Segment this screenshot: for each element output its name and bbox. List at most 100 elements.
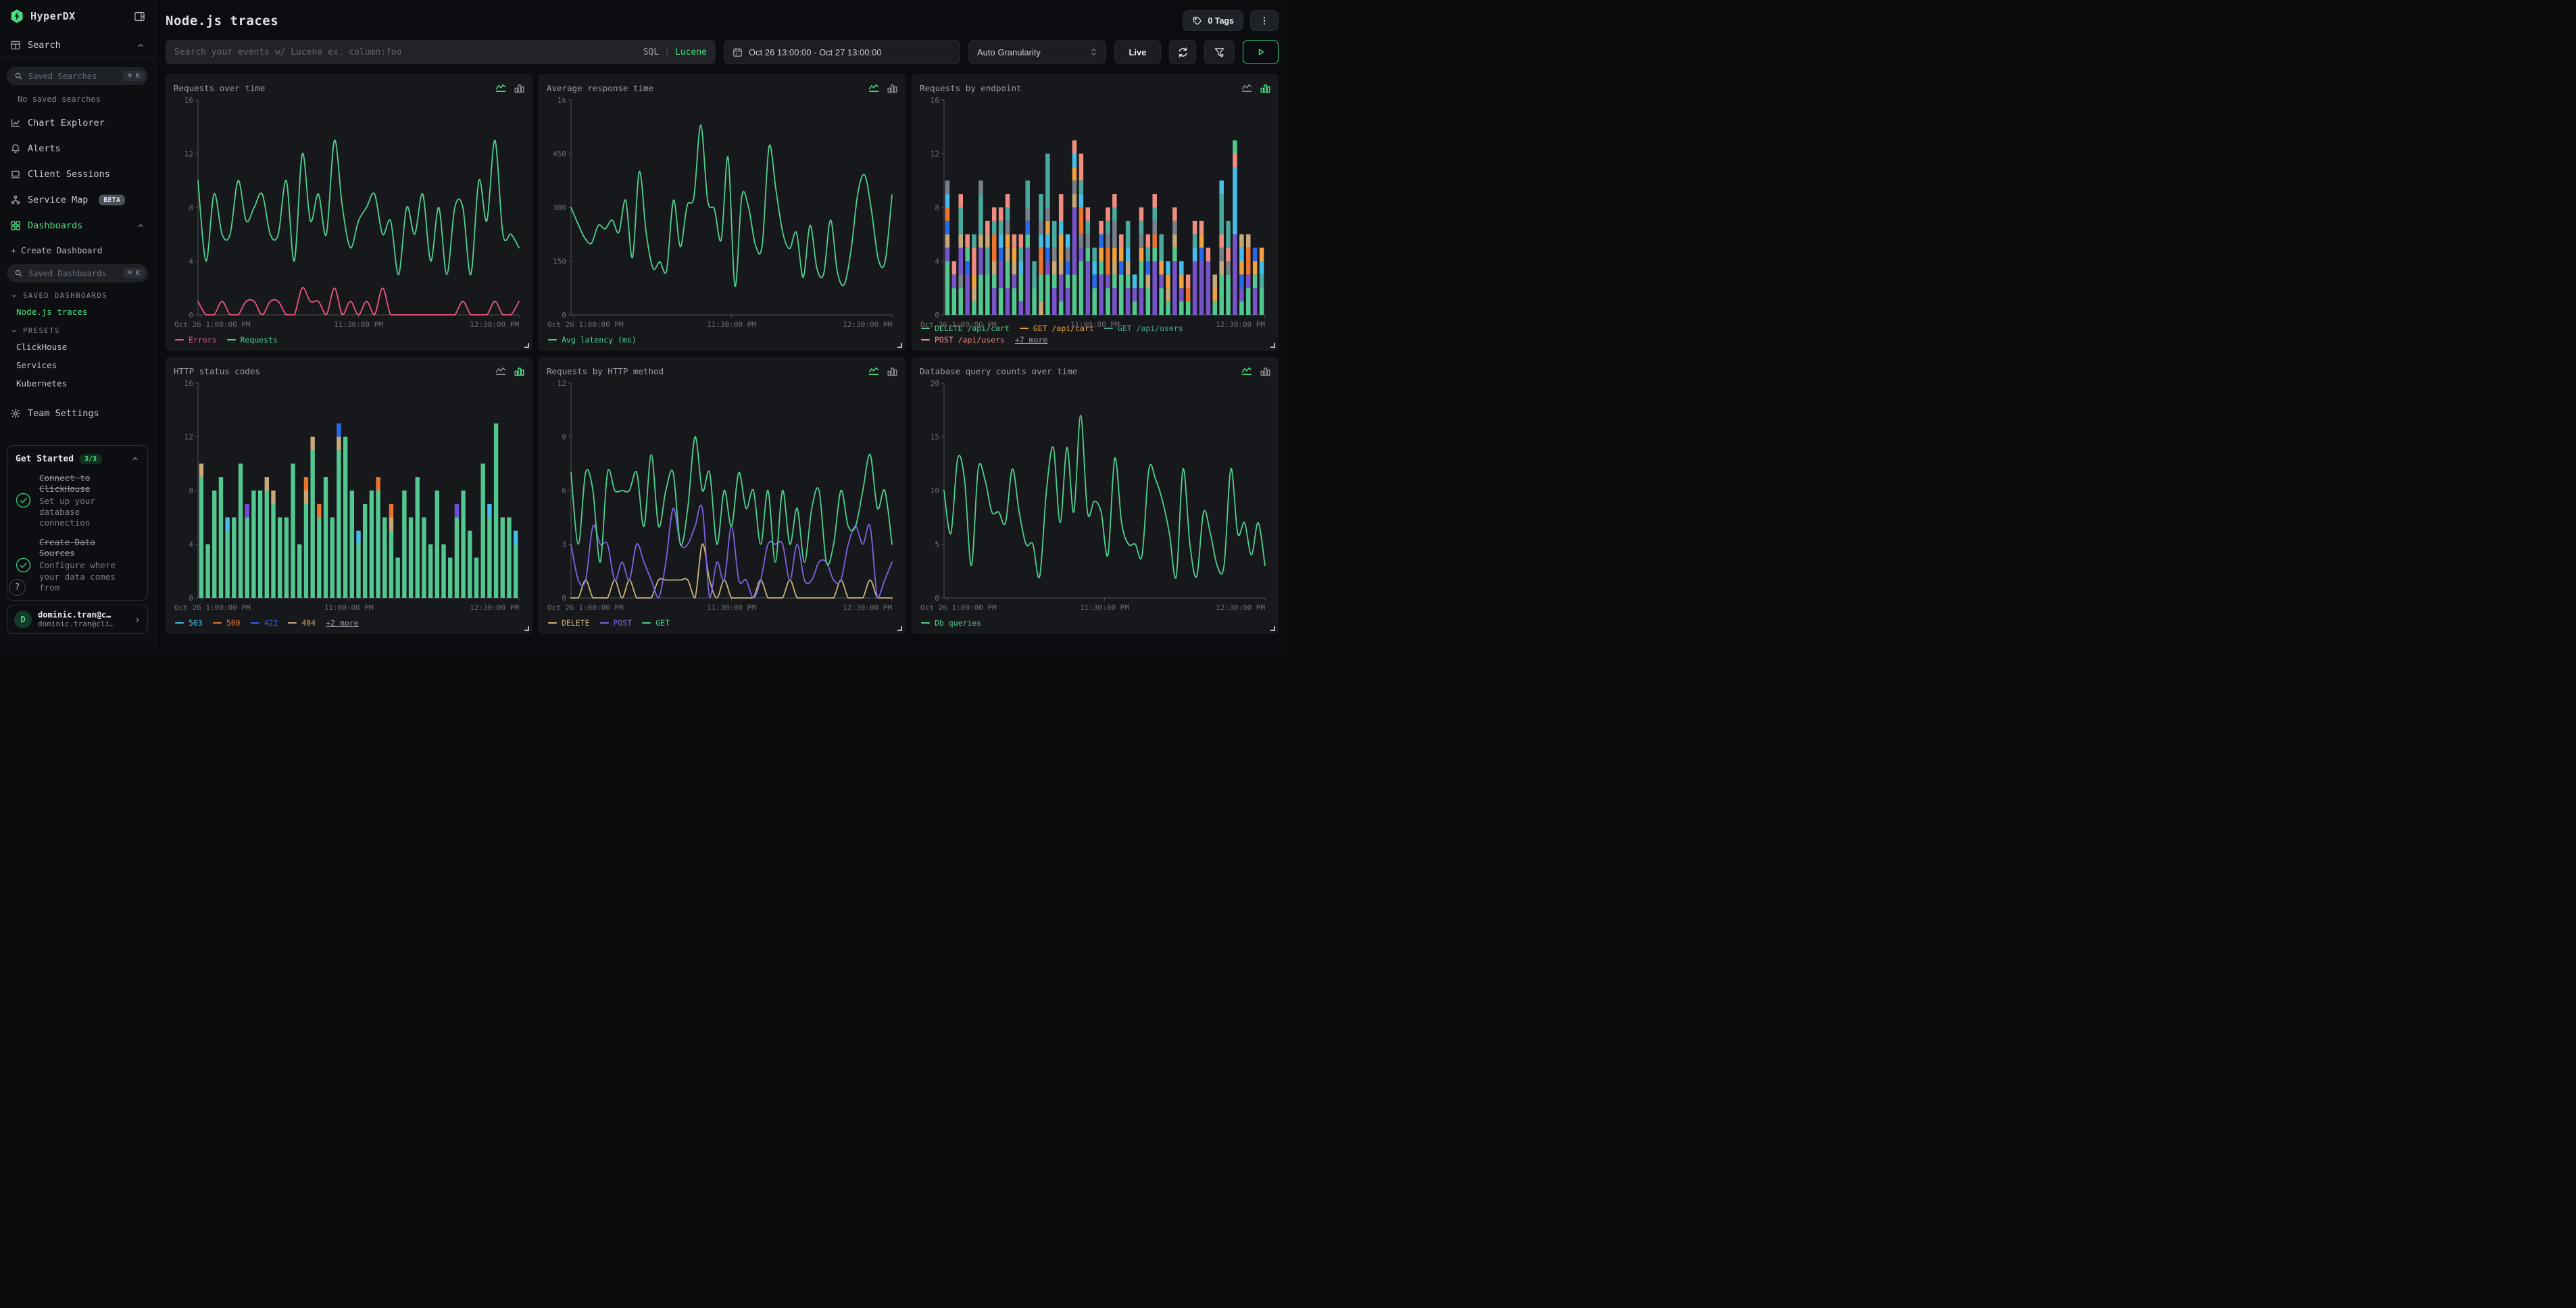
- legend-label: 422: [264, 618, 278, 628]
- saved-dashboards-input[interactable]: Saved Dashboards ⌘ K: [7, 264, 148, 282]
- play-icon: [1256, 47, 1266, 57]
- bar-chart-icon[interactable]: [1260, 83, 1270, 93]
- svg-text:0: 0: [189, 311, 193, 320]
- svg-text:0: 0: [935, 311, 939, 320]
- dashboard-grid: Requests over time 0481216Oct 26 1:00:00…: [166, 74, 1279, 634]
- legend-dash: [600, 622, 609, 624]
- section-saved-dashboards[interactable]: SAVED DASHBOARDS: [0, 286, 155, 303]
- svg-text:12:30:00 PM: 12:30:00 PM: [470, 603, 519, 612]
- panel-resize-handle[interactable]: [524, 343, 529, 348]
- calendar-icon: [733, 47, 743, 57]
- panel-http-status-codes: HTTP status codes 0481216Oct 26 1:00:00 …: [166, 357, 532, 634]
- chart-legend: Db queries: [920, 614, 1270, 630]
- tags-button[interactable]: 0 Tags: [1183, 10, 1243, 31]
- help-button[interactable]: ?: [9, 579, 26, 596]
- granularity-select[interactable]: Auto Granularity: [968, 40, 1106, 64]
- user-menu[interactable]: D dominic.tran@c… dominic.tran@cli… ›: [7, 605, 148, 634]
- chart-canvas: 0481216Oct 26 1:00:00 PM11:30:00 PM12:30…: [174, 95, 524, 331]
- sidebar-item-dashboards[interactable]: Dashboards: [0, 213, 155, 238]
- panel-resize-handle[interactable]: [897, 343, 902, 348]
- chart-requests-over-time: 0481216Oct 26 1:00:00 PM11:30:00 PM12:30…: [174, 95, 524, 331]
- panel-title: Requests by HTTP method: [547, 366, 664, 376]
- live-button[interactable]: Live: [1114, 40, 1161, 64]
- refresh-button[interactable]: [1169, 40, 1196, 64]
- line-chart-icon[interactable]: [495, 83, 506, 93]
- hyperdx-logo-icon: [9, 9, 24, 24]
- panel-view-toggle: [868, 83, 897, 93]
- event-search-input[interactable]: Search your events w/ Lucene ex. column:…: [166, 40, 716, 64]
- sidebar-item-client-sessions[interactable]: Client Sessions: [0, 161, 155, 187]
- line-chart-icon[interactable]: [1241, 366, 1252, 376]
- line-chart-icon[interactable]: [495, 366, 506, 376]
- panel-resize-handle[interactable]: [1270, 626, 1275, 631]
- svg-text:15: 15: [931, 433, 939, 442]
- collapse-sidebar-icon[interactable]: [134, 11, 145, 22]
- get-started-item-connect[interactable]: Connect to ClickHouse Set up your databa…: [16, 473, 139, 529]
- get-started-item-sources[interactable]: Create Data Sources Configure where your…: [16, 537, 139, 593]
- date-range-picker[interactable]: Oct 26 13:00:00 - Oct 27 13:00:00: [724, 40, 960, 64]
- sidebar-item-alerts[interactable]: Alerts: [0, 136, 155, 161]
- legend-item: 422: [251, 618, 278, 628]
- legend-label[interactable]: +7 more: [1015, 335, 1047, 345]
- logo-row: HyperDX: [0, 0, 155, 32]
- sidebar-preset-services[interactable]: Services: [0, 356, 155, 374]
- chart-legend: 503500422404+2 more: [174, 614, 524, 630]
- sidebar-item-label: Team Settings: [28, 408, 99, 419]
- svg-text:Oct 26 1:00:00 PM: Oct 26 1:00:00 PM: [547, 320, 624, 329]
- bar-chart-icon[interactable]: [887, 83, 897, 93]
- sidebar-preset-kubernetes[interactable]: Kubernetes: [0, 374, 155, 393]
- panel-resize-handle[interactable]: [524, 626, 529, 631]
- line-chart-icon[interactable]: [1241, 83, 1252, 93]
- beta-badge: BETA: [99, 195, 125, 205]
- legend-label[interactable]: +2 more: [326, 618, 358, 628]
- panel-resize-handle[interactable]: [897, 626, 902, 631]
- legend-item: 404: [288, 618, 316, 628]
- dashboard-menu-button[interactable]: [1250, 10, 1279, 31]
- gear-icon: [10, 408, 21, 419]
- panel-header: Average response time: [547, 81, 897, 95]
- section-presets[interactable]: PRESETS: [0, 321, 155, 338]
- sidebar-dashboard-nodejs-traces[interactable]: Node.js traces: [0, 303, 155, 321]
- sidebar-item-label: Alerts: [28, 143, 61, 154]
- svg-text:11:30:00 PM: 11:30:00 PM: [707, 603, 756, 612]
- main-content: Node.js traces 0 Tags Search your events…: [156, 0, 1288, 654]
- sidebar-item-service-map[interactable]: Service Map BETA: [0, 187, 155, 213]
- filter-button[interactable]: [1204, 40, 1235, 64]
- panel-title: Database query counts over time: [920, 366, 1077, 376]
- create-dashboard-button[interactable]: + Create Dashboard: [0, 238, 155, 261]
- chevron-down-icon: [11, 328, 18, 334]
- bar-chart-icon[interactable]: [1260, 366, 1270, 376]
- sidebar-preset-clickhouse[interactable]: ClickHouse: [0, 338, 155, 356]
- saved-searches-input[interactable]: Saved Searches ⌘ K: [7, 67, 148, 85]
- legend-more-link[interactable]: +7 more: [1015, 335, 1047, 345]
- sidebar-item-chart-explorer[interactable]: Chart Explorer: [0, 110, 155, 136]
- lucene-toggle[interactable]: Lucene: [675, 47, 707, 57]
- bar-chart-icon[interactable]: [514, 83, 524, 93]
- service-map-icon: [10, 195, 21, 205]
- legend-label: 404: [301, 618, 316, 628]
- panel-average-response-time: Average response time 01503004501kOct 26…: [539, 74, 906, 351]
- user-name: dominic.tran@c…: [38, 610, 124, 620]
- svg-text:10: 10: [931, 486, 939, 495]
- legend-label: 503: [189, 618, 203, 628]
- run-query-button[interactable]: [1243, 40, 1279, 64]
- sidebar-item-team-settings[interactable]: Team Settings: [0, 401, 155, 426]
- chart-requests-by-endpoint: 0481216Oct 26 1:00:00 PM11:00:00 PM12:30…: [920, 95, 1270, 320]
- bar-chart-icon[interactable]: [887, 366, 897, 376]
- sidebar-item-search[interactable]: Search: [0, 32, 155, 58]
- line-chart-icon[interactable]: [868, 83, 879, 93]
- legend-more-link[interactable]: +2 more: [326, 618, 358, 628]
- chevron-up-icon[interactable]: [131, 455, 139, 463]
- legend-dash: [921, 339, 930, 341]
- panel-resize-handle[interactable]: [1270, 343, 1275, 348]
- bar-chart-icon[interactable]: [514, 366, 524, 376]
- line-chart-icon[interactable]: [868, 366, 879, 376]
- sidebar: HyperDX Search Saved Searches ⌘ K No sav…: [0, 0, 155, 654]
- svg-text:0: 0: [189, 594, 193, 603]
- svg-text:12:30:00 PM: 12:30:00 PM: [1216, 603, 1265, 612]
- sql-toggle[interactable]: SQL: [643, 47, 659, 57]
- get-started-header[interactable]: Get Started 3/3: [16, 454, 139, 464]
- chart-average-response-time: 01503004501kOct 26 1:00:00 PM11:30:00 PM…: [547, 95, 897, 331]
- svg-text:0: 0: [562, 311, 566, 320]
- chart-explorer-icon: [10, 118, 21, 128]
